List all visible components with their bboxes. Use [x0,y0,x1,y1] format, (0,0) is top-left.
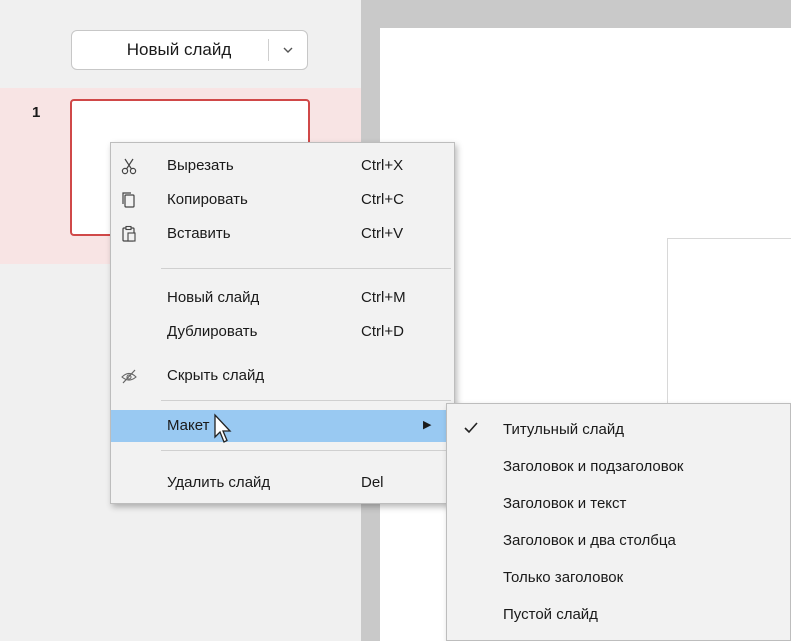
new-slide-label: Новый слайд [126,40,232,59]
layout-item-title-only[interactable]: Только заголовок [447,560,790,594]
new-slide-button[interactable]: Новый слайд [71,30,308,70]
menu-item-shortcut: Del [361,474,384,491]
menu-item-duplicate[interactable]: Дублировать Ctrl+D [111,316,454,348]
menu-item-shortcut: Ctrl+M [361,289,406,306]
layout-item-title-subtitle[interactable]: Заголовок и подзаголовок [447,449,790,483]
slide-placeholder[interactable] [667,238,791,408]
scissors-icon [119,156,139,176]
menu-item-delete-slide[interactable]: Удалить слайд Del [111,467,454,499]
menu-item-layout[interactable]: Макет ▶ [111,410,454,442]
layout-submenu: Титульный слайд Заголовок и подзаголовок… [446,403,791,641]
mouse-cursor-icon [214,413,232,443]
layout-item-label: Заголовок и подзаголовок [503,458,684,475]
menu-item-shortcut: Ctrl+X [361,157,404,174]
slide-number: 1 [32,104,41,121]
menu-item-copy[interactable]: Копировать Ctrl+C [111,184,454,216]
menu-item-shortcut: Ctrl+C [361,191,404,208]
layout-item-label: Титульный слайд [503,421,624,438]
checkmark-icon [462,419,480,437]
paste-icon [119,224,139,244]
menu-item-label: Удалить слайд [167,474,271,491]
layout-item-title-two-columns[interactable]: Заголовок и два столбца [447,523,790,557]
menu-item-label: Вырезать [167,157,234,174]
submenu-arrow-icon: ▶ [423,419,432,431]
layout-item-label: Только заголовок [503,569,624,586]
hide-eye-icon [119,366,139,386]
menu-item-label: Вставить [167,225,231,242]
menu-item-label: Новый слайд [167,289,260,306]
menu-item-hide-slide[interactable]: Скрыть слайд [111,360,454,392]
menu-item-label: Скрыть слайд [167,367,265,384]
layout-item-blank[interactable]: Пустой слайд [447,597,790,631]
menu-item-label: Дублировать [167,323,258,340]
layout-item-title-slide[interactable]: Титульный слайд [447,412,790,446]
menu-separator [161,450,451,451]
layout-item-label: Пустой слайд [503,606,598,623]
context-menu: Вырезать Ctrl+X Копировать Ctrl+C Встави… [110,142,455,504]
menu-separator [161,400,451,401]
layout-item-label: Заголовок и текст [503,495,627,512]
menu-item-new-slide[interactable]: Новый слайд Ctrl+M [111,282,454,314]
layout-item-title-text[interactable]: Заголовок и текст [447,486,790,520]
chevron-down-icon[interactable] [269,46,307,54]
menu-item-paste[interactable]: Вставить Ctrl+V [111,218,454,250]
menu-item-label: Копировать [167,191,248,208]
menu-item-shortcut: Ctrl+V [361,225,404,242]
layout-item-label: Заголовок и два столбца [503,532,676,549]
menu-item-shortcut: Ctrl+D [361,323,404,340]
menu-item-label: Макет [167,417,210,434]
menu-item-cut[interactable]: Вырезать Ctrl+X [111,150,454,182]
copy-icon [119,190,139,210]
menu-separator [161,268,451,269]
